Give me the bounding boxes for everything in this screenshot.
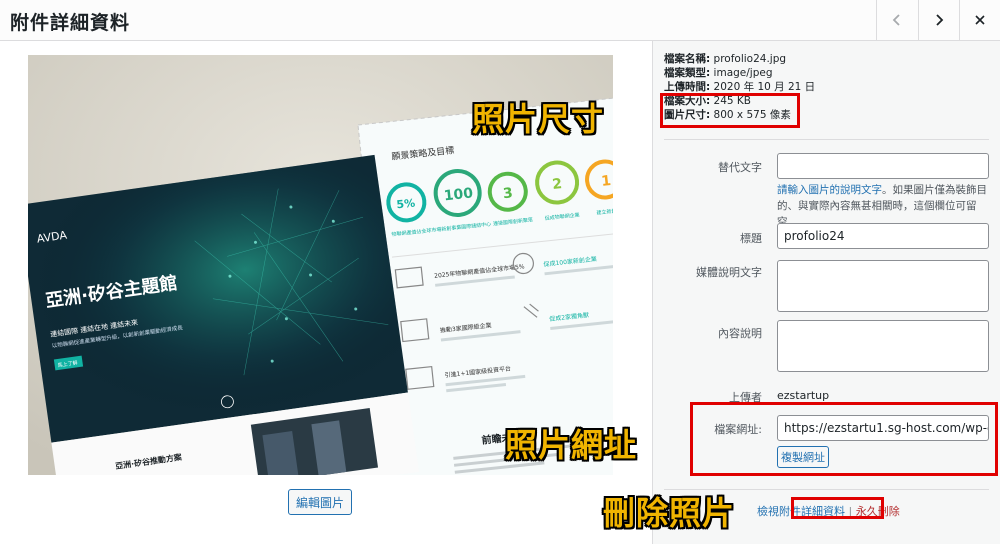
close-icon bbox=[975, 15, 985, 25]
caption-textarea[interactable] bbox=[777, 260, 989, 312]
next-button[interactable] bbox=[918, 0, 959, 40]
previous-button[interactable] bbox=[876, 0, 917, 40]
stat-2: 100 bbox=[443, 185, 474, 204]
title-input[interactable]: profolio24 bbox=[777, 223, 989, 249]
divider bbox=[664, 139, 989, 140]
alt-text-help-link[interactable]: 請輸入圖片的說明文字 bbox=[777, 184, 882, 196]
uploaded-label: 上傳時間: bbox=[664, 81, 711, 93]
stat-3: 3 bbox=[502, 185, 513, 202]
stat-4: 2 bbox=[552, 176, 563, 193]
filetype-value: image/jpeg bbox=[713, 67, 773, 79]
filename-label: 檔案名稱: bbox=[664, 53, 711, 65]
chevron-left-icon bbox=[892, 14, 900, 26]
caption-label: 媒體說明文字 bbox=[696, 266, 762, 279]
uploader-value: ezstartup bbox=[777, 389, 830, 402]
modal-header: 附件詳細資料 bbox=[0, 0, 1000, 41]
highlight-box-url bbox=[690, 402, 998, 476]
attachment-details-modal: 附件詳細資料 願景策略及目標 5% 100 3 2 1 物聯網產值佔全球市場 新… bbox=[0, 0, 1000, 544]
close-button[interactable] bbox=[959, 0, 1000, 40]
callout-delete-photo: 刪除照片 bbox=[603, 494, 736, 532]
description-label: 內容說明 bbox=[718, 327, 762, 340]
filetype-label: 檔案類型: bbox=[664, 67, 711, 79]
highlight-box-delete bbox=[791, 497, 884, 519]
callout-photo-size: 照片尺寸 bbox=[472, 100, 605, 138]
alt-text-input[interactable] bbox=[777, 153, 989, 179]
edit-image-button[interactable]: 編輯圖片 bbox=[288, 489, 352, 515]
stat-1: 5% bbox=[396, 196, 416, 211]
filename-value: profolio24.jpg bbox=[713, 53, 787, 65]
modal-title: 附件詳細資料 bbox=[10, 12, 131, 34]
uploaded-value: 2020 年 10 月 21 日 bbox=[713, 81, 816, 93]
alt-text-label: 替代文字 bbox=[718, 161, 762, 174]
callout-photo-url: 照片網址 bbox=[505, 426, 638, 464]
stat-5: 1 bbox=[600, 173, 611, 190]
description-textarea[interactable] bbox=[777, 320, 989, 372]
title-label: 標題 bbox=[740, 232, 762, 245]
highlight-box-size bbox=[660, 93, 800, 128]
chevron-right-icon bbox=[936, 14, 944, 26]
